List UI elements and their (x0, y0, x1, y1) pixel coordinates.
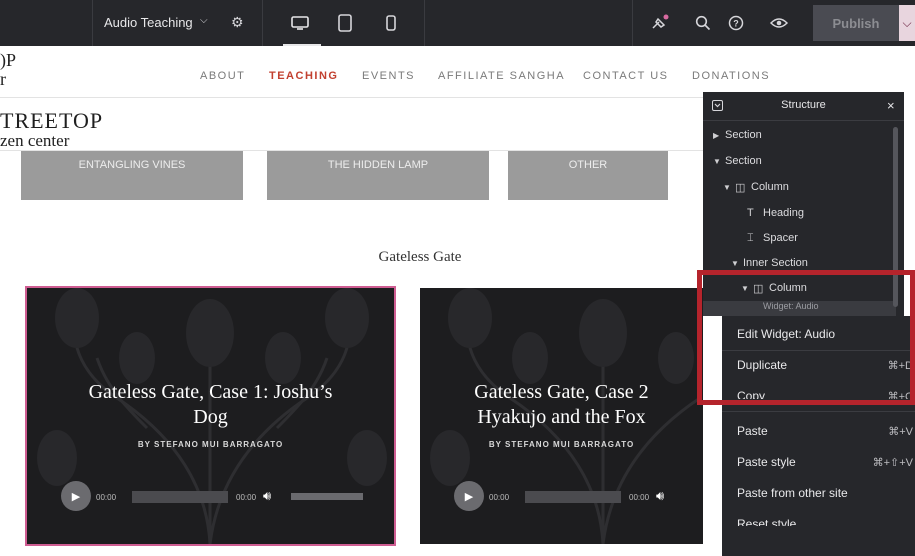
volume-icon[interactable]: 🔊︎ (263, 488, 271, 504)
nav-item-contact-us[interactable]: CONTACT US (583, 70, 669, 82)
divider (262, 0, 263, 46)
nav-item-affiliate-sangha[interactable]: AFFILIATE SANGHA (438, 70, 565, 82)
audio-title-line: Dog (193, 406, 228, 428)
nav-item-teaching[interactable]: TEACHING (269, 70, 338, 82)
tree-item-heading[interactable]: T Heading (747, 201, 804, 225)
publish-button[interactable]: Publish (813, 5, 899, 41)
column-icon: ◫ (735, 181, 746, 194)
tree-item-label: Spacer (763, 232, 798, 244)
menu-item-label: Paste from other site (737, 486, 848, 500)
site-logo[interactable]: TREETOP zen center (0, 110, 103, 150)
notes-icon[interactable] (650, 13, 670, 33)
audio-byline: BY STEFANO MUI BARRAGATO (137, 440, 284, 449)
menu-item-label: Reset style (737, 517, 797, 526)
audio-title-line: Gateless Gate, Case 1: Joshu’s (88, 381, 333, 403)
close-icon[interactable]: × (887, 98, 895, 113)
publish-options-chevron-icon[interactable]: ⌵ (899, 5, 915, 41)
time-elapsed: 00:00 (96, 493, 117, 502)
caret-down-icon[interactable]: ▼ (723, 183, 735, 192)
audio-card[interactable]: Gateless Gate, Case 2 Hyakujo and the Fo… (420, 288, 703, 544)
gear-icon[interactable]: ⚙ (231, 15, 244, 29)
editor-top-bar: Audio Teaching ⌵ ⚙ ? Publish ⌵ (0, 0, 915, 46)
nav-item-donations[interactable]: DONATIONS (692, 70, 770, 82)
seek-bar[interactable] (132, 491, 228, 503)
time-total: 00:00 (629, 493, 650, 502)
highlight-box (697, 270, 915, 405)
caret-down-icon[interactable]: ▼ (731, 259, 743, 268)
menu-item-paste-from-other-site[interactable]: Paste from other site (737, 484, 915, 504)
seek-bar[interactable] (525, 491, 621, 503)
chevron-down-icon[interactable]: ⌵ (200, 16, 208, 26)
menu-item-paste-style[interactable]: Paste style ⌘+⇧+V (737, 453, 915, 473)
preview-eye-icon[interactable] (770, 16, 788, 30)
menu-item-paste[interactable]: Paste ⌘+V (737, 422, 915, 442)
tree-item-section[interactable]: ▶ Section (713, 123, 762, 147)
site-logo-small[interactable]: )P r (0, 51, 16, 89)
menu-item-shortcut: ⌘+V (888, 426, 913, 438)
tree-item-spacer[interactable]: ⌶ Spacer (747, 226, 798, 250)
mobile-icon[interactable] (386, 15, 396, 31)
menu-item-reset-style[interactable]: Reset style (737, 515, 915, 526)
page-title[interactable]: Audio Teaching (104, 15, 193, 30)
tree-item-label: Heading (763, 207, 804, 219)
audio-card[interactable]: Gateless Gate, Case 1: Joshu’s Dog BY ST… (25, 286, 396, 546)
audio-title-line: Gateless Gate, Case 2 (474, 381, 649, 403)
logo-text: )P (0, 50, 17, 70)
tree-item-label: Inner Section (743, 257, 808, 269)
caret-right-icon[interactable]: ▶ (713, 131, 725, 140)
svg-text:?: ? (733, 19, 739, 29)
panel-title: Structure (781, 99, 826, 111)
tree-item-column[interactable]: ▼ ◫ Column (723, 175, 789, 199)
menu-item-label: Paste style (737, 455, 796, 469)
time-total: 00:00 (236, 493, 257, 502)
header-divider (0, 97, 703, 98)
menu-divider (722, 411, 915, 412)
category-button-the-hidden-lamp[interactable]: THE HIDDEN LAMP (267, 151, 489, 200)
nav-item-events[interactable]: EVENTS (362, 70, 415, 82)
divider (92, 0, 93, 46)
caret-down-icon[interactable]: ▼ (713, 157, 725, 166)
tree-item-label: Section (725, 155, 762, 167)
play-icon[interactable]: ▶ (454, 481, 484, 511)
section-heading: Gateless Gate (378, 249, 462, 265)
tablet-icon[interactable] (338, 14, 352, 32)
spacer-icon: ⌶ (747, 231, 754, 244)
play-icon[interactable]: ▶ (61, 481, 91, 511)
category-button-entangling-vines[interactable]: ENTANGLING VINES (21, 151, 243, 200)
search-icon[interactable] (695, 15, 711, 31)
help-icon[interactable]: ? (728, 15, 744, 31)
panel-header: Structure × (703, 92, 904, 121)
menu-item-label: Paste (737, 424, 768, 438)
category-button-other[interactable]: OTHER (508, 151, 668, 200)
audio-byline: BY STEFANO MUI BARRAGATO (488, 440, 635, 449)
audio-title-line: Hyakujo and the Fox (477, 406, 646, 428)
tree-item-label: Column (751, 181, 789, 193)
desktop-icon[interactable] (291, 16, 309, 30)
time-elapsed: 00:00 (489, 493, 510, 502)
logo-tagline: zen center (0, 131, 70, 150)
nav-item-about[interactable]: ABOUT (200, 70, 245, 82)
divider (632, 0, 633, 46)
volume-slider[interactable] (291, 493, 363, 500)
heading-icon: T (747, 207, 754, 219)
logo-text: r (0, 69, 6, 89)
volume-icon[interactable]: 🔊︎ (656, 488, 664, 504)
divider (424, 0, 425, 46)
tree-item-label: Section (725, 129, 762, 141)
menu-item-shortcut: ⌘+⇧+V (872, 457, 913, 469)
logo-wordmark: TREETOP (0, 108, 104, 133)
active-device-indicator (283, 44, 321, 46)
tree-item-section[interactable]: ▼ Section (713, 149, 762, 173)
